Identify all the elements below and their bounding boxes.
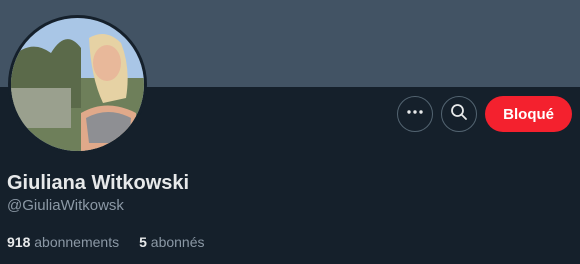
following-count: 918: [7, 234, 31, 250]
profile-actions: Bloqué: [397, 96, 572, 132]
following-link[interactable]: 918 abonnements: [7, 234, 119, 250]
followers-link[interactable]: 5 abonnés: [139, 234, 204, 250]
following-label: abonnements: [34, 234, 120, 250]
followers-count: 5: [139, 234, 147, 250]
followers-label: abonnés: [150, 234, 205, 250]
more-button[interactable]: [397, 96, 434, 132]
user-handle: @GiuliaWitkowsk: [7, 197, 124, 214]
avatar[interactable]: [8, 15, 147, 154]
blocked-button[interactable]: Bloqué: [485, 96, 572, 132]
search-icon: [450, 103, 468, 126]
display-name: Giuliana Witkowski: [7, 172, 190, 194]
more-horizontal-icon: [406, 103, 424, 126]
profile-stats: 918 abonnements 5 abonnés: [7, 234, 205, 250]
search-button[interactable]: [441, 96, 478, 132]
